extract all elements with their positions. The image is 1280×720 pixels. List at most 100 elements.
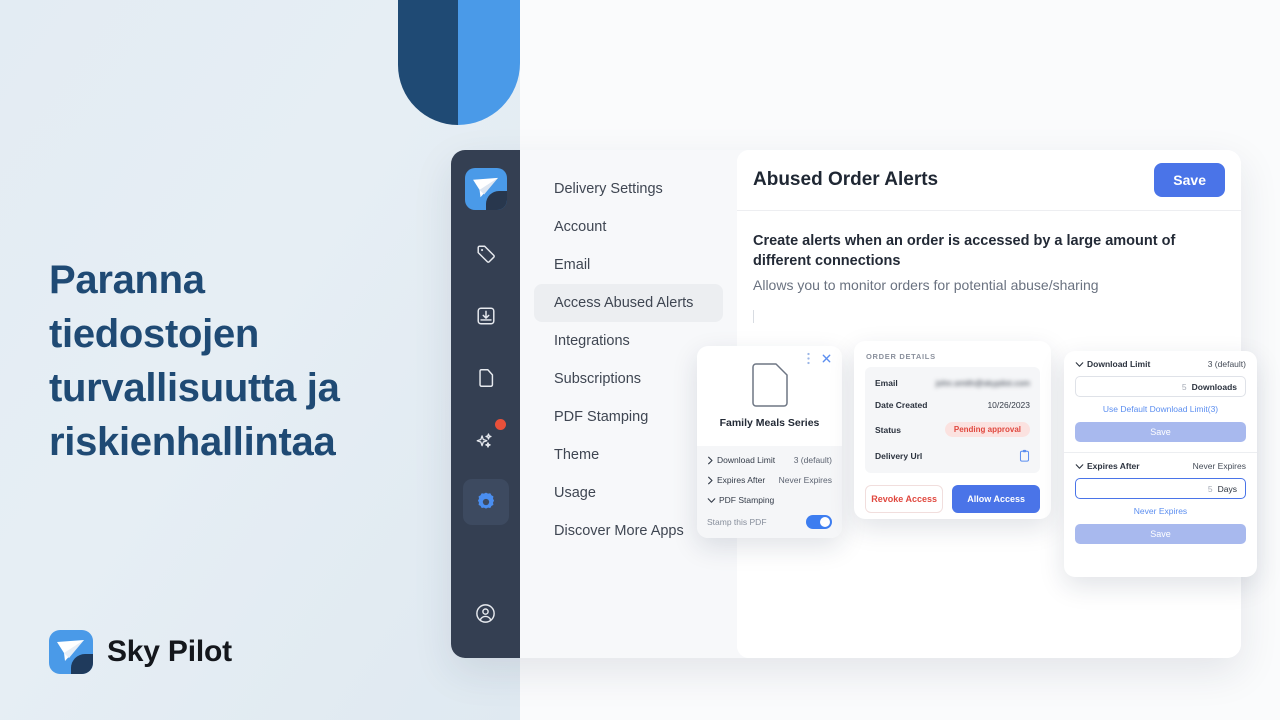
nav-label: Delivery Settings (554, 181, 663, 197)
row-label-wrap: Expires After (707, 475, 765, 485)
header-label-wrap: Download Limit (1075, 359, 1150, 369)
stamp-pdf-toggle[interactable] (806, 515, 832, 529)
sidebar-item-usage[interactable]: Usage (534, 474, 723, 512)
sky-pilot-logo-icon (49, 630, 93, 674)
row-label: Stamp this PDF (707, 517, 767, 527)
row-label: PDF Stamping (719, 495, 775, 505)
header-value: 3 (default) (1207, 359, 1246, 369)
rail-item-user-circle-icon[interactable] (463, 590, 509, 636)
nav-label: Email (554, 257, 591, 273)
close-icon[interactable] (821, 353, 832, 364)
brand-logo: Sky Pilot (49, 630, 232, 674)
download-limit-section: Download Limit 3 (default) 5 Downloads U… (1064, 351, 1257, 452)
rail-item-document-icon[interactable] (463, 355, 509, 401)
paper-plane-icon (472, 177, 498, 198)
sidebar-item-delivery-settings[interactable]: Delivery Settings (534, 170, 723, 208)
rail-item-sky-pilot-logo-icon[interactable] (464, 168, 507, 210)
nav-label: Integrations (554, 333, 630, 349)
file-settings-card: Family Meals Series Download Limit 3 (de… (697, 346, 842, 538)
row-value: 3 (default) (793, 455, 832, 465)
clipboard-icon (1019, 449, 1030, 462)
chevron-down-icon (707, 497, 716, 503)
expires-after-save-button[interactable]: Save (1075, 524, 1246, 544)
save-button[interactable]: Save (1154, 163, 1225, 197)
nav-label: Subscriptions (554, 371, 642, 387)
sidebar-item-theme[interactable]: Theme (534, 436, 723, 474)
rail-item-tag-icon[interactable] (463, 231, 509, 277)
row-label: Expires After (717, 475, 766, 485)
row-stamp-this-pdf: Stamp this PDF (697, 510, 842, 534)
row-label-wrap: PDF Stamping (707, 495, 774, 505)
use-default-download-limit-link[interactable]: Use Default Download Limit(3) (1075, 404, 1246, 414)
expires-after-input[interactable]: 5 Days (1075, 478, 1246, 499)
row-value-email: john.smith@skypilot.com (935, 378, 1030, 388)
kebab-dots (807, 352, 810, 365)
description-subtitle: Allows you to monitor orders for potenti… (753, 277, 1099, 293)
row-status: Status Pending approval (865, 416, 1040, 443)
row-value: Never Expires (778, 475, 832, 485)
sidebar-item-discover-more-apps[interactable]: Discover More Apps (534, 512, 723, 550)
rail-item-gear-icon[interactable] (462, 479, 509, 525)
download-limit-header[interactable]: Download Limit 3 (default) (1075, 359, 1246, 369)
notification-badge-icon (494, 419, 506, 430)
sidebar-item-access-abused-alerts[interactable]: Access Abused Alerts (534, 284, 723, 322)
order-details-card: ORDER DETAILS Email john.smith@skypilot.… (854, 341, 1051, 519)
nav-label: Theme (554, 447, 600, 463)
row-expires-after[interactable]: Expires After Never Expires (697, 470, 842, 490)
row-label-wrap: Download Limit (707, 455, 775, 465)
main-title: Abused Order Alerts (753, 169, 939, 190)
order-details-heading: ORDER DETAILS (866, 352, 936, 361)
rail-item-sparkles-icon[interactable] (463, 417, 509, 463)
row-delivery-url: Delivery Url (865, 443, 1040, 468)
row-download-limit[interactable]: Download Limit 3 (default) (697, 450, 842, 470)
limits-card: Download Limit 3 (default) 5 Downloads U… (1064, 351, 1257, 577)
row-label: Download Limit (717, 455, 776, 465)
document-icon (751, 363, 788, 407)
nav-label: Access Abused Alerts (554, 295, 694, 311)
sidebar-item-email[interactable]: Email (534, 246, 723, 284)
row-label: Delivery Url (875, 450, 923, 461)
row-label: Date Created (875, 400, 928, 410)
rail-item-inbox-download-icon[interactable] (463, 293, 509, 339)
gear-icon (477, 492, 494, 509)
sidebar-item-subscriptions[interactable]: Subscriptions (534, 360, 723, 398)
download-limit-input[interactable]: 5 Downloads (1075, 376, 1246, 397)
never-expires-link[interactable]: Never Expires (1075, 506, 1246, 516)
row-email: Email john.smith@skypilot.com (865, 372, 1040, 394)
inbox-download-icon (476, 307, 495, 325)
file-thumbnail (707, 362, 832, 408)
row-date-created: Date Created 10/26/2023 (865, 394, 1040, 416)
allow-access-button[interactable]: Allow Access (952, 485, 1040, 513)
sparkles-icon (476, 432, 492, 448)
copy-icon[interactable] (1019, 449, 1030, 462)
nav-label: Usage (554, 485, 596, 501)
row-pdf-stamping[interactable]: PDF Stamping (697, 490, 842, 510)
header-label: Expires After (1087, 461, 1140, 471)
input-value: 5 (1207, 483, 1213, 494)
user-circle-icon (476, 603, 495, 623)
row-label: Status (875, 424, 901, 435)
chevron-down-icon (1075, 361, 1084, 367)
sidebar-item-account[interactable]: Account (534, 208, 723, 246)
revoke-access-button[interactable]: Revoke Access (865, 485, 944, 513)
order-actions: Revoke Access Allow Access (854, 473, 1051, 513)
file-card-top: Family Meals Series (697, 346, 842, 438)
brand-name-label: Sky Pilot (107, 635, 232, 668)
chevron-right-icon (708, 456, 713, 464)
sidebar-item-integrations[interactable]: Integrations (534, 322, 723, 360)
text-cursor-artifact (753, 310, 754, 323)
header-label-wrap: Expires After (1075, 461, 1140, 471)
row-label-wrap: Stamp this PDF (707, 517, 767, 527)
input-suffix: Downloads (1191, 381, 1237, 392)
file-card-actions (804, 352, 832, 365)
sidebar-item-pdf-stamping[interactable]: PDF Stamping (534, 398, 723, 436)
icon-rail (451, 150, 520, 658)
expires-after-header[interactable]: Expires After Never Expires (1075, 461, 1246, 471)
description-title: Create alerts when an order is accessed … (753, 233, 1176, 269)
main-body: Create alerts when an order is accessed … (737, 211, 1241, 323)
tag-icon (476, 245, 495, 263)
nav-label: PDF Stamping (554, 409, 649, 425)
kebab-menu-icon[interactable] (804, 352, 813, 365)
input-value: 5 (1181, 381, 1187, 392)
download-limit-save-button[interactable]: Save (1075, 422, 1246, 442)
